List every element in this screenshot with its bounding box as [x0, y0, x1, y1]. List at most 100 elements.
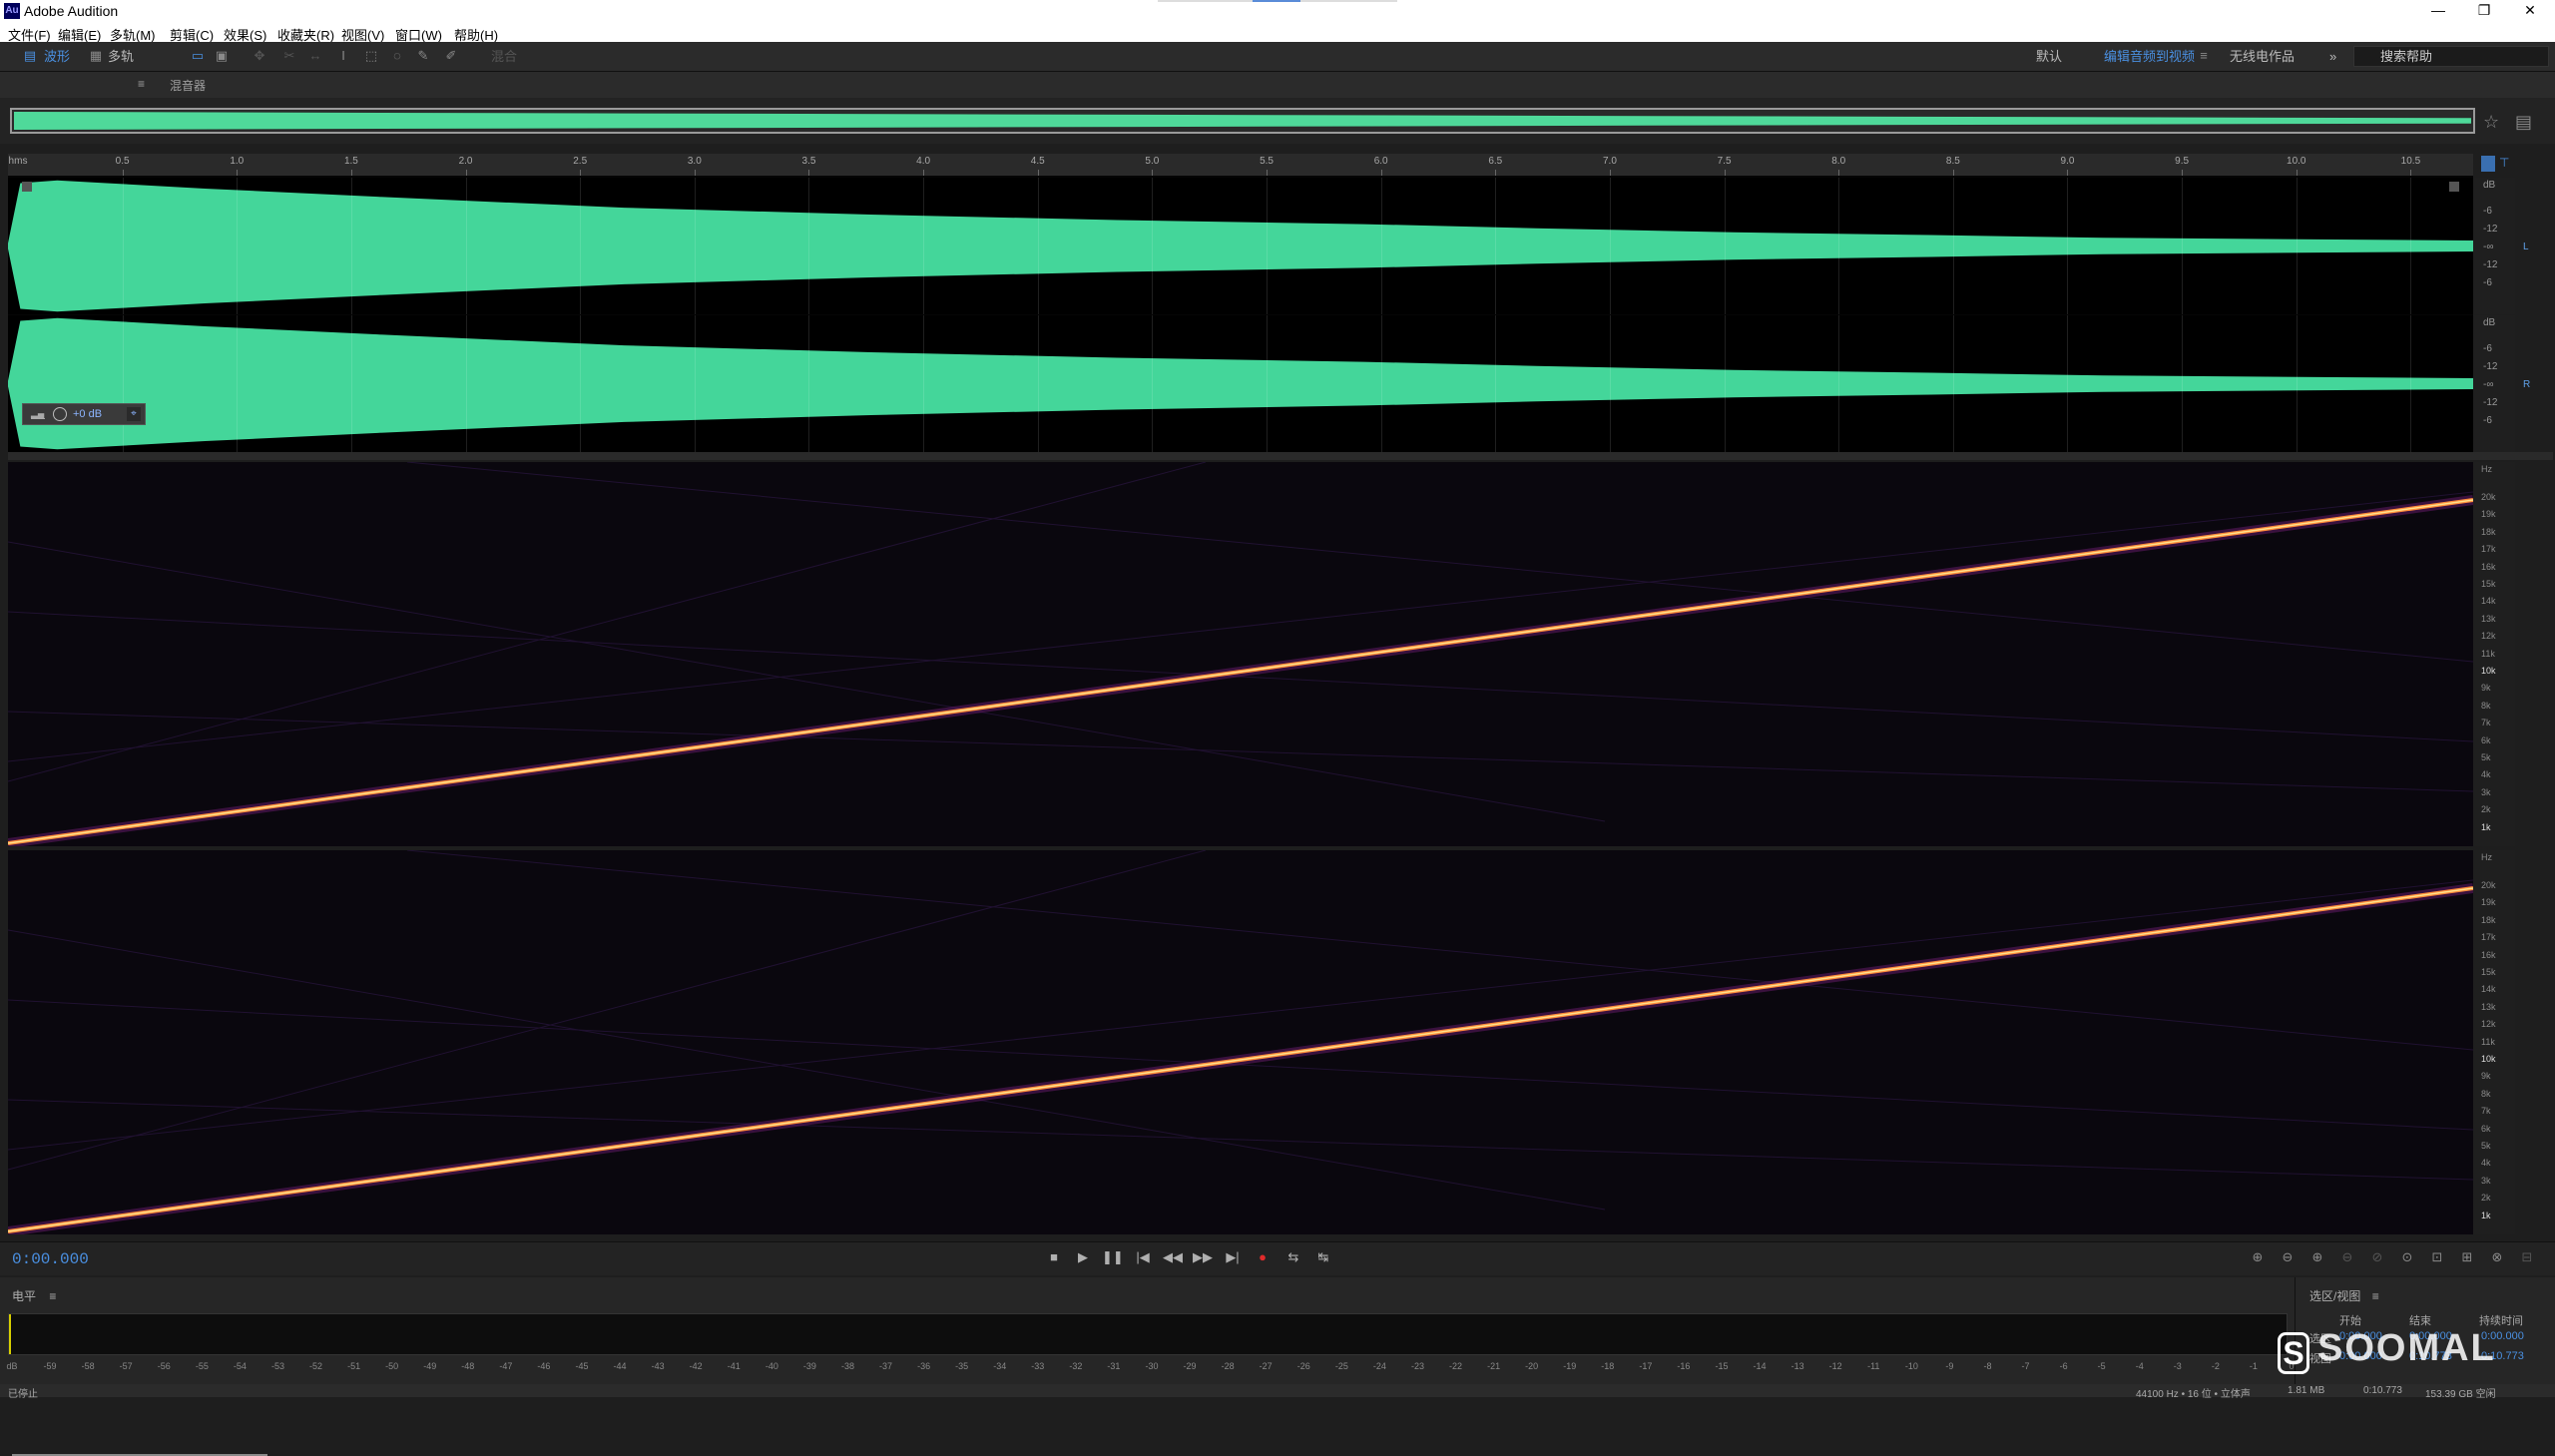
- hz-tick-label: 6k: [2481, 1123, 2491, 1134]
- pause-button[interactable]: ❚❚: [1102, 1249, 1124, 1265]
- hz-tick-label: 13k: [2481, 1001, 2496, 1012]
- ruler-tick-label: 7.0: [1602, 156, 1617, 167]
- level-scale-tick: -35: [955, 1361, 969, 1371]
- move-tool-icon[interactable]: ✥: [252, 49, 267, 63]
- level-scale-tick: -43: [651, 1361, 665, 1371]
- status-bar: 已停止 44100 Hz • 16 位 • 立体声 1.81 MB 0:10.7…: [0, 1384, 2555, 1400]
- multitrack-view-icon: ▦: [89, 48, 103, 63]
- current-time-display[interactable]: 0:00.000: [12, 1250, 89, 1268]
- zoom-out-time-icon[interactable]: ⊖: [2337, 1249, 2357, 1265]
- fade-out-handle[interactable]: [2449, 182, 2459, 192]
- level-meter[interactable]: [8, 1313, 2288, 1355]
- workspace-edit-audio-to-video[interactable]: 编辑音频到视频: [2104, 46, 2195, 67]
- levels-title: 电平 ≡: [12, 1289, 57, 1303]
- slip-tool-icon[interactable]: ↔: [307, 49, 323, 63]
- hz-tick-label: 3k: [2481, 786, 2491, 797]
- tab-mixer[interactable]: 混音器: [170, 77, 206, 94]
- zoom-in-point-icon[interactable]: ⊙: [2397, 1249, 2417, 1265]
- channel-label-right[interactable]: R: [2523, 379, 2530, 390]
- razor-tool-icon[interactable]: ✂: [281, 49, 297, 63]
- zoom-navigator-icon[interactable]: ☆: [2483, 112, 2499, 133]
- hud-gain-control[interactable]: ▂▄ +0 dB ⌖: [22, 403, 146, 425]
- level-scale-tick: -34: [993, 1361, 1007, 1371]
- zoom-out-amplitude-icon[interactable]: ⊖: [2278, 1249, 2298, 1265]
- zoom-in-amplitude-icon[interactable]: ⊕: [2248, 1249, 2268, 1265]
- zoom-disabled-icon[interactable]: ⊟: [2517, 1249, 2537, 1265]
- record-button[interactable]: ●: [1253, 1249, 1273, 1265]
- levels-menu-icon[interactable]: ≡: [49, 1289, 56, 1303]
- waveform-display-icon[interactable]: ▭: [190, 49, 206, 63]
- time-gridline: [1267, 315, 1269, 452]
- loop-playback-button[interactable]: ⇆: [1283, 1249, 1303, 1265]
- hz-tick-label: 19k: [2481, 509, 2496, 520]
- time-gridline: [580, 178, 582, 314]
- marquee-tool-icon[interactable]: ⬚: [363, 49, 379, 63]
- more-workspaces-button[interactable]: »: [2329, 46, 2336, 67]
- ruler-tick-label: 7.5: [1717, 156, 1732, 167]
- time-selection-tool-icon[interactable]: I: [335, 49, 351, 63]
- mix-button[interactable]: 混合: [491, 46, 517, 67]
- level-scale-tick: -58: [81, 1361, 95, 1371]
- workspace-radio-production[interactable]: 无线电作品: [2230, 46, 2295, 67]
- level-scale-tick: dB: [6, 1361, 18, 1371]
- multitrack-view-button[interactable]: 多轨: [108, 46, 134, 67]
- workspace-menu-icon[interactable]: ≡: [2196, 49, 2212, 63]
- fade-in-handle[interactable]: [22, 182, 32, 192]
- time-gridline: [1952, 315, 1954, 452]
- waveform-view-button[interactable]: 波形: [44, 46, 70, 67]
- gain-knob[interactable]: [53, 407, 67, 421]
- time-gridline: [1724, 315, 1726, 452]
- selection-menu-icon[interactable]: ≡: [2372, 1289, 2379, 1303]
- menu-bar: 文件(F) 编辑(E) 多轨(M) 剪辑(C) 效果(S) 收藏夹(R) 视图(…: [0, 22, 2555, 43]
- zoom-reset-icon[interactable]: ⊗: [2487, 1249, 2507, 1265]
- hz-tick-label: 16k: [2481, 949, 2496, 960]
- spectral-divider[interactable]: [8, 452, 2553, 460]
- time-gridline: [1037, 315, 1039, 452]
- play-button[interactable]: ▶: [1073, 1249, 1093, 1265]
- close-button[interactable]: ✕: [2507, 0, 2553, 22]
- waveform-channel-left[interactable]: [8, 178, 2473, 314]
- level-scale-tick: -37: [879, 1361, 893, 1371]
- move-to-previous-button[interactable]: |◀: [1133, 1249, 1153, 1265]
- brush-tool-icon[interactable]: ✎: [415, 49, 431, 63]
- channel-label-left[interactable]: L: [2523, 242, 2529, 252]
- hz-tick-label: 14k: [2481, 596, 2496, 607]
- hz-tick-label: 19k: [2481, 897, 2496, 908]
- spectrogram-right[interactable]: [8, 850, 2473, 1234]
- spectral-display-icon[interactable]: ▣: [214, 49, 230, 63]
- hz-tick-label: 9k: [2481, 1071, 2491, 1082]
- move-to-next-button[interactable]: ▶|: [1223, 1249, 1243, 1265]
- lasso-tool-icon[interactable]: ◌: [389, 49, 405, 63]
- hz-tick-label: 11k: [2481, 648, 2495, 659]
- zoom-to-selection-icon[interactable]: ⊡: [2427, 1249, 2447, 1265]
- panel-options-icon[interactable]: ▤: [2515, 112, 2532, 133]
- zoom-out-full-icon[interactable]: ⊘: [2367, 1249, 2387, 1265]
- zoom-fit-icon[interactable]: ⊞: [2457, 1249, 2477, 1265]
- lock-icon[interactable]: [2481, 156, 2495, 172]
- editor-panel-menu-icon[interactable]: ≡: [138, 77, 145, 91]
- level-scale-tick: -1: [2249, 1361, 2258, 1371]
- time-gridline: [1495, 178, 1497, 314]
- spot-healing-tool-icon[interactable]: ✐: [443, 49, 459, 63]
- level-scale-tick: -9: [1945, 1361, 1954, 1371]
- hud-pin-icon[interactable]: ⌖: [127, 407, 141, 421]
- skip-selection-button[interactable]: ↹: [1313, 1249, 1333, 1265]
- level-scale-tick: -20: [1525, 1361, 1539, 1371]
- restore-button[interactable]: ❐: [2461, 0, 2507, 22]
- workspace-default[interactable]: 默认: [2036, 46, 2062, 67]
- time-gridline: [350, 178, 352, 314]
- search-help-input[interactable]: 搜索帮助: [2353, 46, 2549, 67]
- taskbar-tab-active[interactable]: [1253, 0, 1300, 2]
- hz-tick-label: 11k: [2481, 1036, 2495, 1047]
- fast-forward-button[interactable]: ▶▶: [1193, 1249, 1213, 1265]
- pin-icon[interactable]: ⊤: [2499, 156, 2513, 172]
- minimize-button[interactable]: —: [2415, 0, 2461, 22]
- time-gridline: [580, 315, 582, 452]
- rewind-button[interactable]: ◀◀: [1163, 1249, 1183, 1265]
- hz-tick-label: 9k: [2481, 683, 2491, 694]
- stop-button[interactable]: ■: [1044, 1249, 1064, 1265]
- spectrogram-left[interactable]: [8, 462, 2473, 846]
- zoom-in-time-icon[interactable]: ⊕: [2307, 1249, 2327, 1265]
- time-ruler[interactable]: hms 0.5 1.0 1.5 2.0 2.5 3.0 3.5 4.0 4.5 5.0 5.5 6.0…: [8, 154, 2473, 176]
- waveform-channel-right[interactable]: [8, 315, 2473, 452]
